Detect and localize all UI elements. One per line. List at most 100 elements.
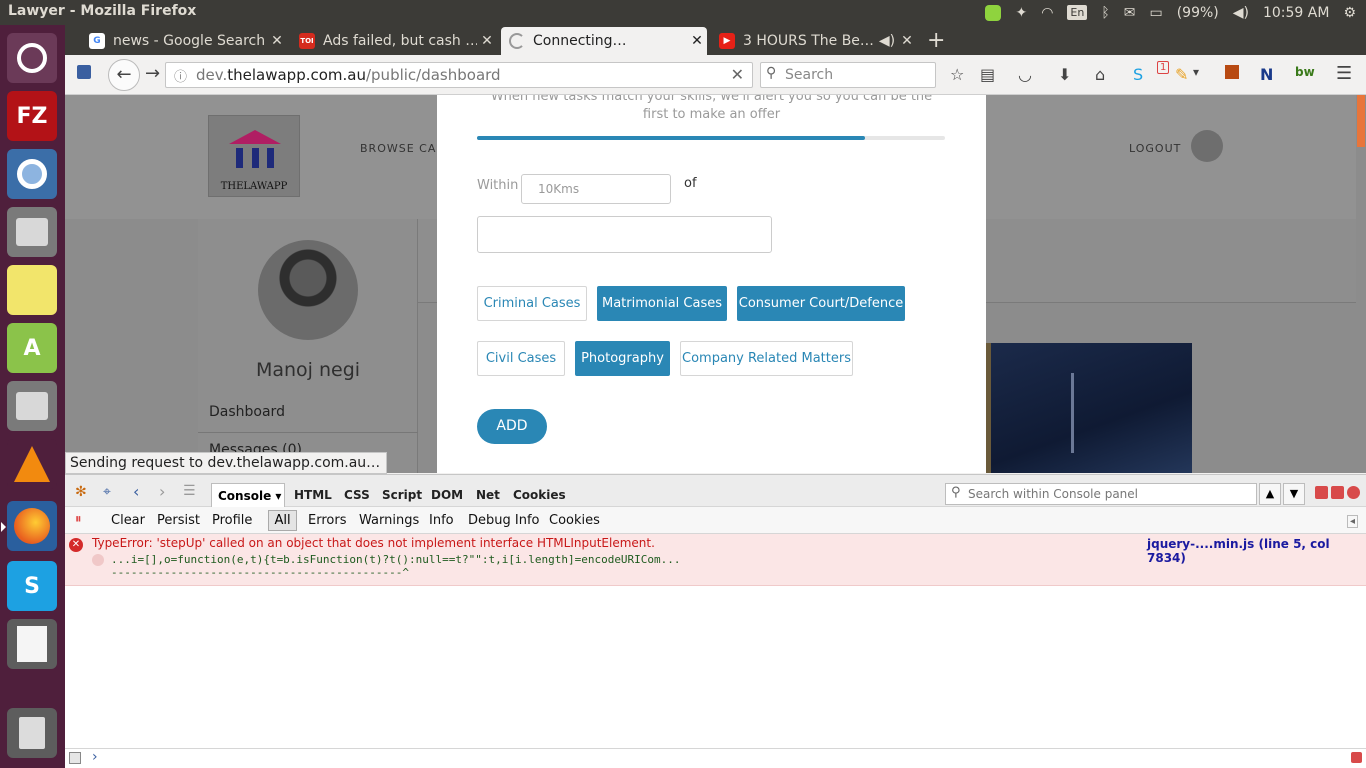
collapse-side-panel-icon[interactable]: ◂ bbox=[1347, 515, 1359, 528]
pocket-icon[interactable]: ◡ bbox=[1018, 65, 1032, 84]
close-devtools-icon[interactable] bbox=[1347, 486, 1360, 499]
tab-connecting[interactable]: Connecting… ✕ bbox=[501, 27, 707, 55]
skype-addon-icon[interactable]: S bbox=[1133, 65, 1143, 84]
detach-icon[interactable] bbox=[1331, 486, 1344, 499]
battery-icon[interactable]: ▭ bbox=[1149, 5, 1162, 21]
clock[interactable]: 10:59 AM bbox=[1263, 5, 1329, 21]
chat-status-icon[interactable] bbox=[985, 4, 1002, 21]
console-profile-button[interactable]: Profile bbox=[212, 513, 252, 528]
bluetooth-icon[interactable]: ᛒ bbox=[1101, 5, 1109, 21]
firebug-icon[interactable]: ✻ bbox=[75, 484, 87, 500]
tab-console[interactable]: Console ▾ bbox=[211, 483, 285, 509]
tab-google[interactable]: G news - Google Search ✕ bbox=[81, 27, 287, 55]
menu-hamburger-icon[interactable]: ☰ bbox=[1336, 63, 1352, 84]
site-info-icon[interactable]: ⓘ bbox=[174, 66, 187, 85]
firefox-icon[interactable] bbox=[1, 501, 57, 551]
trash-icon[interactable] bbox=[7, 708, 57, 758]
url-bar[interactable]: ⓘ dev.thelawapp.com.au/public/dashboard … bbox=[165, 62, 753, 88]
files-icon[interactable] bbox=[7, 207, 57, 257]
break-on-error-icon[interactable]: ⏸ bbox=[75, 512, 82, 527]
filter-all-button[interactable]: All bbox=[268, 510, 297, 531]
keyboard-language[interactable]: En bbox=[1067, 5, 1088, 20]
sidebar-item-dashboard[interactable]: Dashboard bbox=[209, 404, 285, 420]
tab-html[interactable]: HTML bbox=[294, 488, 332, 502]
settings-gear-icon[interactable]: ⚙ bbox=[1343, 5, 1356, 21]
vlc-icon[interactable] bbox=[7, 439, 57, 489]
close-tab-icon[interactable]: ✕ bbox=[897, 33, 917, 49]
filezilla-icon[interactable]: FZ bbox=[7, 91, 57, 141]
tab-script[interactable]: Script bbox=[382, 488, 422, 502]
tab-cookies[interactable]: Cookies bbox=[513, 488, 566, 502]
tab-audio-icon[interactable]: ◀) bbox=[877, 33, 897, 49]
android-studio-icon[interactable]: A bbox=[7, 323, 57, 373]
skype-icon[interactable]: S bbox=[7, 561, 57, 611]
close-tab-icon[interactable]: ✕ bbox=[687, 33, 707, 49]
files-icon-2[interactable] bbox=[7, 381, 57, 431]
mail-icon[interactable]: ✉ bbox=[1124, 5, 1136, 21]
search-prev-icon[interactable]: ▲ bbox=[1259, 483, 1281, 505]
nav-browse-cases[interactable]: BROWSE CAS bbox=[360, 142, 444, 155]
home-icon[interactable]: ⌂ bbox=[1095, 65, 1105, 84]
bookmark-star-icon[interactable]: ☆ bbox=[950, 65, 964, 84]
category-company-matters[interactable]: Company Related Matters bbox=[680, 341, 853, 376]
error-count-icon[interactable] bbox=[1351, 752, 1362, 763]
filter-debug-info-button[interactable]: Debug Info bbox=[468, 513, 540, 528]
addon-square-icon[interactable] bbox=[1225, 65, 1239, 79]
filter-cookies-button[interactable]: Cookies bbox=[549, 513, 600, 528]
tab-css[interactable]: CSS bbox=[344, 488, 370, 502]
forward-arrow-icon[interactable]: › bbox=[159, 482, 165, 501]
command-editor-icon[interactable]: ☰ bbox=[183, 483, 196, 499]
breakpoint-icon[interactable] bbox=[92, 554, 104, 566]
distance-input[interactable]: 10Kms bbox=[521, 174, 671, 204]
command-line[interactable]: › bbox=[65, 748, 1366, 768]
search-next-icon[interactable]: ▼ bbox=[1283, 483, 1305, 505]
location-input[interactable] bbox=[477, 216, 772, 253]
category-photography[interactable]: Photography bbox=[575, 341, 670, 376]
notification-badge[interactable]: 1 bbox=[1157, 61, 1170, 74]
new-tab-button[interactable]: + bbox=[927, 28, 945, 53]
console-clear-button[interactable]: Clear bbox=[111, 513, 145, 528]
page-scrollbar[interactable] bbox=[1356, 95, 1366, 473]
category-criminal-cases[interactable]: Criminal Cases bbox=[477, 286, 587, 321]
add-button[interactable]: ADD bbox=[477, 409, 547, 444]
category-matrimonial-cases[interactable]: Matrimonial Cases bbox=[597, 286, 727, 321]
reading-list-icon[interactable]: ▤ bbox=[980, 65, 995, 84]
forward-button[interactable]: → bbox=[145, 63, 160, 84]
tab-net[interactable]: Net bbox=[476, 488, 500, 502]
chromium-icon[interactable] bbox=[7, 149, 57, 199]
error-source-link[interactable]: jquery-....min.js (line 5, col 7834) bbox=[1147, 537, 1366, 565]
addon-n-icon[interactable]: N bbox=[1260, 65, 1273, 84]
sidebar-icon[interactable] bbox=[77, 65, 91, 79]
wifi-icon[interactable]: ◠ bbox=[1041, 5, 1053, 21]
filter-warnings-button[interactable]: Warnings bbox=[359, 513, 419, 528]
tab-dom[interactable]: DOM bbox=[431, 488, 463, 502]
addon-bw-icon[interactable]: bw bbox=[1295, 65, 1315, 79]
console-persist-button[interactable]: Persist bbox=[157, 513, 200, 528]
back-button[interactable]: ← bbox=[108, 59, 140, 91]
tab-toi[interactable]: TOI Ads failed, but cash … ✕ bbox=[291, 27, 497, 55]
sticky-notes-icon[interactable] bbox=[7, 265, 57, 315]
dropbox-icon[interactable]: ✦ bbox=[1015, 5, 1027, 21]
search-bar[interactable]: ⚲ Search bbox=[760, 62, 936, 88]
nav-logout[interactable]: LOGOUT bbox=[1129, 142, 1181, 155]
close-tab-icon[interactable]: ✕ bbox=[267, 33, 287, 49]
console-search-input[interactable]: ⚲ Search within Console panel bbox=[945, 483, 1257, 505]
filter-info-button[interactable]: Info bbox=[429, 513, 454, 528]
category-consumer-court[interactable]: Consumer Court/Defence bbox=[737, 286, 905, 321]
downloads-icon[interactable]: ⬇ bbox=[1058, 65, 1071, 84]
avatar[interactable] bbox=[1191, 130, 1223, 162]
minimize-icon[interactable] bbox=[1315, 486, 1328, 499]
ubuntu-dash-icon[interactable] bbox=[7, 33, 57, 83]
command-editor-toggle-icon[interactable] bbox=[69, 752, 81, 764]
volume-icon[interactable]: ◀) bbox=[1233, 5, 1249, 21]
stop-loading-icon[interactable]: ✕ bbox=[731, 65, 744, 84]
site-logo[interactable]: THELAWAPP bbox=[208, 115, 300, 197]
overflow-chevron-icon[interactable]: ▾ bbox=[1193, 65, 1199, 79]
back-arrow-icon[interactable]: ‹ bbox=[133, 482, 139, 501]
close-tab-icon[interactable]: ✕ bbox=[477, 33, 497, 49]
inspect-icon[interactable]: ⌖ bbox=[103, 484, 111, 500]
text-editor-icon[interactable] bbox=[7, 619, 57, 669]
category-civil-cases[interactable]: Civil Cases bbox=[477, 341, 565, 376]
console-error-row[interactable]: ✕ TypeError: 'stepUp' called on an objec… bbox=[65, 534, 1366, 586]
addon-icon[interactable]: ✎ bbox=[1175, 65, 1188, 84]
